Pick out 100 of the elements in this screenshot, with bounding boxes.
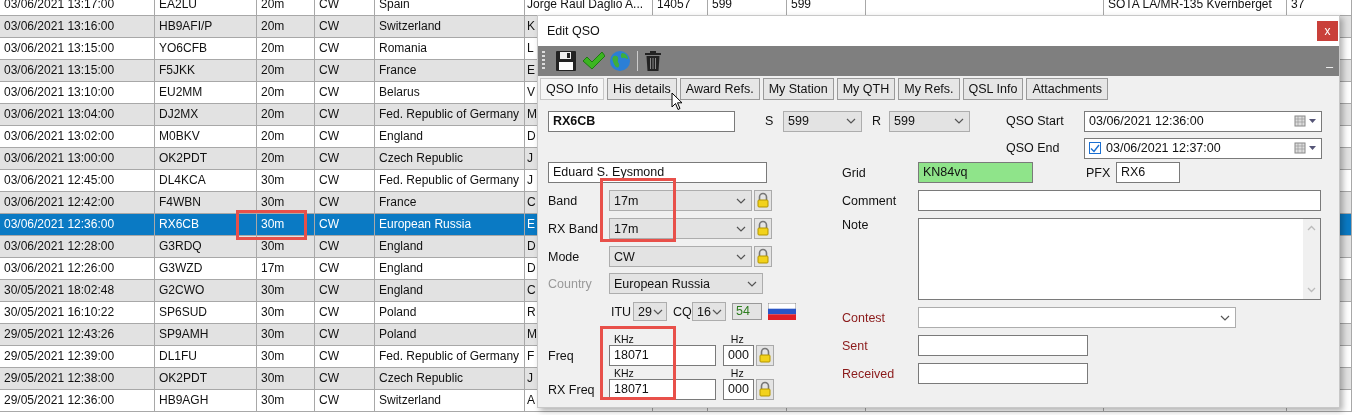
table-cell: OK2PDT	[155, 368, 257, 389]
table-cell: CW	[315, 280, 375, 301]
table-cell: 20m	[257, 60, 315, 81]
table-cell: 20m	[257, 16, 315, 37]
table-cell: Poland	[375, 302, 525, 323]
tab[interactable]: Award Refs.	[679, 78, 760, 100]
table-cell: OK2PDT	[155, 148, 257, 169]
table-cell: England	[375, 258, 525, 279]
field-label: CQ	[673, 304, 692, 319]
chevron-down-icon	[846, 118, 856, 124]
window-title: Edit QSO	[547, 24, 600, 38]
dropdown[interactable]: 29	[633, 302, 667, 321]
table-cell: CW	[315, 258, 375, 279]
table-cell: CW	[315, 236, 375, 257]
table-cell: 30m	[257, 280, 315, 301]
dropdown[interactable]: 17m	[609, 190, 752, 211]
table-cell: G3WZD	[155, 258, 257, 279]
padlock-icon[interactable]	[754, 218, 772, 239]
dropdown[interactable]: European Russia	[609, 273, 763, 294]
grid-field[interactable]: KN84vq	[918, 162, 1033, 183]
table-cell: 30m	[257, 236, 315, 257]
prefix-field[interactable]: RX6	[1116, 162, 1180, 183]
table-cell: Czech Republic	[375, 368, 525, 389]
field-label: Comment	[842, 193, 898, 208]
comment-field[interactable]	[918, 190, 1321, 211]
close-button[interactable]: x	[1317, 21, 1338, 41]
contest-dropdown[interactable]	[918, 307, 1236, 328]
table-cell: CW	[315, 324, 375, 345]
table-cell: RX6CB	[155, 214, 257, 235]
dropdown[interactable]: 599	[889, 110, 970, 132]
padlock-icon[interactable]	[756, 345, 774, 366]
table-cell: HB9AFI/P	[155, 16, 257, 37]
dropdown[interactable]: 599	[783, 110, 862, 132]
table-cell: CW	[315, 390, 375, 411]
note-field[interactable]	[918, 218, 1321, 300]
collapse-button[interactable]: _	[1326, 56, 1333, 66]
table-row[interactable]: 03/06/2021 13:17:00 EA2LU 20m CW Spain Jorge Raul Daglio A... 14057 599 599 SOTA LA/MR-135 Kvernberget 37	[0, 0, 1352, 16]
table-cell: 29/05/2021 12:43:26	[0, 324, 155, 345]
table-cell: 30m	[257, 368, 315, 389]
table-cell: Fed. Republic of Germany	[375, 346, 525, 367]
dropdown[interactable]: 17m	[609, 218, 752, 239]
table-cell: CW	[315, 170, 375, 191]
tab[interactable]: My Station	[762, 78, 834, 100]
table-cell: 03/06/2021 12:36:00	[0, 214, 155, 235]
table-cell: DL4KCA	[155, 170, 257, 191]
checkmark-icon[interactable]	[581, 50, 605, 72]
date-time-field[interactable]: 03/06/2021 12:36:00	[1084, 110, 1322, 132]
table-cell: 03/06/2021 13:04:00	[0, 104, 155, 125]
chevron-down-icon	[736, 197, 746, 204]
table-cell: 17m	[257, 258, 315, 279]
input-field[interactable]: 18071	[609, 345, 716, 366]
table-cell: Belarus	[375, 82, 525, 103]
table-cell: Poland	[375, 324, 525, 345]
table-cell: France	[375, 192, 525, 213]
table-cell: 03/06/2021 13:00:00	[0, 148, 155, 169]
table-cell: 03/06/2021 12:42:00	[0, 192, 155, 213]
table-cell: M0BKV	[155, 126, 257, 147]
input-field[interactable]: 000	[723, 379, 754, 400]
sent-field[interactable]	[918, 335, 1088, 356]
field-label: Sent	[842, 338, 869, 353]
table-cell: 29/05/2021 12:39:00	[0, 346, 155, 367]
table-cell: CW	[315, 126, 375, 147]
padlock-icon[interactable]	[756, 379, 774, 400]
table-cell: 30/05/2021 18:02:48	[0, 280, 155, 301]
chevron-down-icon	[712, 308, 722, 315]
table-cell: Fed. Republic of Germany	[375, 104, 525, 125]
field-label: Received	[842, 366, 896, 381]
calendar-icon[interactable]	[1294, 115, 1318, 127]
dropdown[interactable]: CW	[609, 246, 752, 267]
callsign-field[interactable]: RX6CB	[548, 110, 735, 132]
field-label: QSO Start	[1006, 114, 1065, 128]
tab[interactable]: QSO Info	[540, 78, 605, 100]
checkbox[interactable]	[1089, 142, 1101, 154]
tab[interactable]: My QTH	[836, 78, 896, 100]
name-field[interactable]: Eduard S. Eysmond	[548, 162, 767, 183]
tab[interactable]: Attachments	[1026, 78, 1108, 100]
date-time-field[interactable]: 03/06/2021 12:37:00	[1084, 137, 1322, 159]
trash-can-icon[interactable]	[644, 50, 662, 72]
table-cell: 03/06/2021 12:28:00	[0, 236, 155, 257]
unit-label: KHz	[614, 368, 634, 379]
padlock-icon[interactable]	[754, 190, 772, 211]
table-cell: Fed. Republic of Germany	[375, 170, 525, 191]
tab[interactable]: His details	[607, 78, 677, 100]
field-label: R	[872, 114, 883, 128]
table-cell: 30m	[257, 346, 315, 367]
chevron-down-icon	[736, 253, 746, 260]
tab[interactable]: QSL Info	[962, 78, 1024, 100]
padlock-icon[interactable]	[754, 246, 772, 267]
table-cell: 20m	[257, 126, 315, 147]
calendar-icon[interactable]	[1294, 142, 1318, 154]
table-cell: HB9AGH	[155, 390, 257, 411]
dropdown[interactable]: 16	[692, 302, 726, 321]
table-cell: CW	[315, 104, 375, 125]
table-cell: 30/05/2021 16:10:22	[0, 302, 155, 323]
received-field[interactable]	[918, 363, 1088, 384]
tab[interactable]: My Refs.	[898, 78, 960, 100]
input-field[interactable]: 000	[723, 345, 754, 366]
table-cell: European Russia	[375, 214, 525, 235]
toolbar-grip[interactable]	[542, 51, 545, 71]
table-cell: 29/05/2021 12:36:00	[0, 390, 155, 411]
